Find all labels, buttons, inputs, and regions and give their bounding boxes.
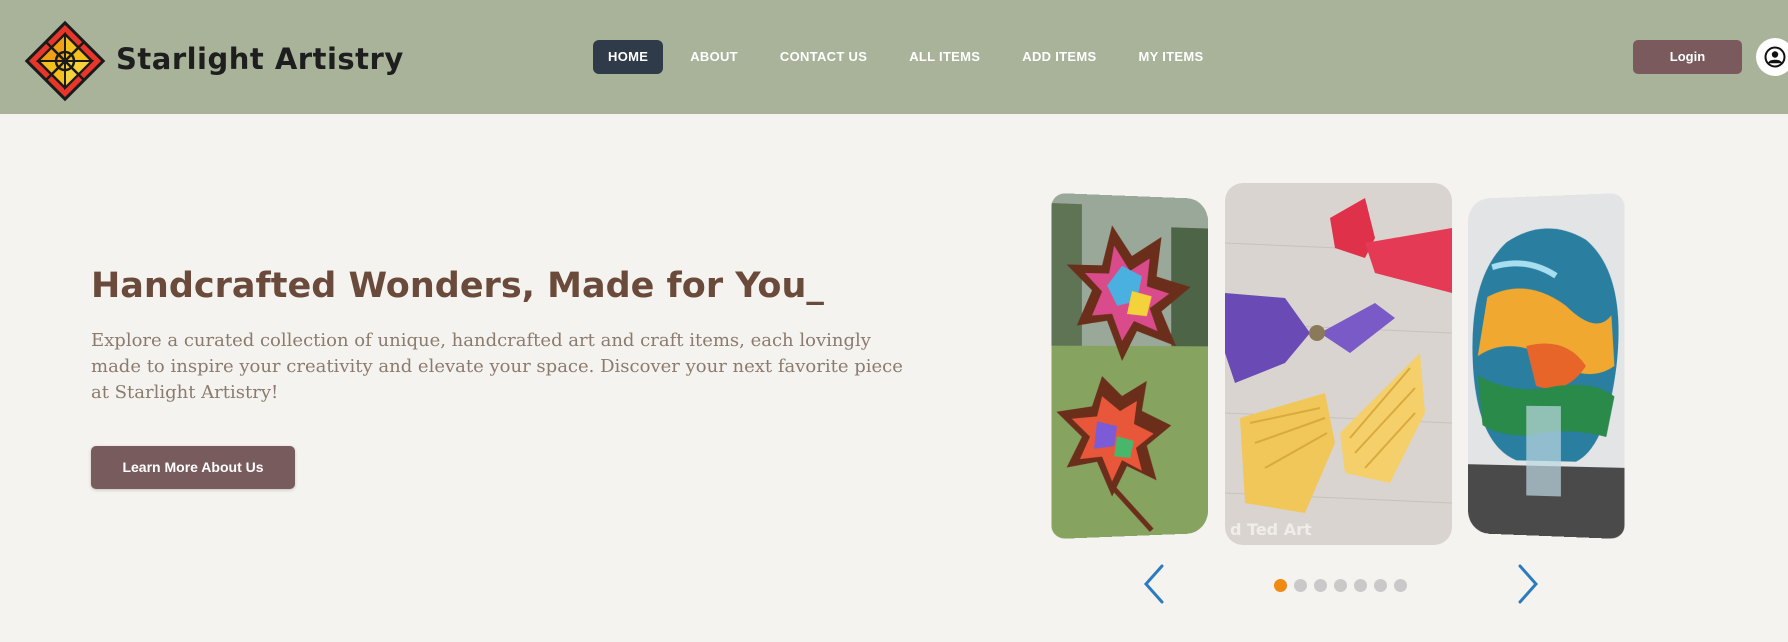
top-navbar: Starlight Artistry HOME ABOUT CONTACT US… xyxy=(0,0,1788,114)
carousel-next-button[interactable] xyxy=(1512,562,1542,606)
carousel-dot-3[interactable] xyxy=(1314,579,1327,592)
carousel-dot-6[interactable] xyxy=(1374,579,1387,592)
nav-add-items[interactable]: ADD ITEMS xyxy=(1007,40,1111,74)
nav-my-items[interactable]: MY ITEMS xyxy=(1123,40,1218,74)
carousel-dot-1[interactable] xyxy=(1274,579,1287,592)
user-circle-icon xyxy=(1764,46,1786,68)
nav-all-items[interactable]: ALL ITEMS xyxy=(894,40,995,74)
carousel-dot-7[interactable] xyxy=(1394,579,1407,592)
nav-contact-us[interactable]: CONTACT US xyxy=(765,40,882,74)
nav-home[interactable]: HOME xyxy=(593,40,664,74)
nav-about[interactable]: ABOUT xyxy=(675,40,753,74)
carousel-prev-button[interactable] xyxy=(1140,562,1170,606)
hero-title: Handcrafted Wonders, Made for You_ xyxy=(91,266,824,306)
chevron-right-icon xyxy=(1518,564,1539,604)
carousel-pagination xyxy=(1274,579,1414,592)
starlight-logo-icon[interactable] xyxy=(24,20,106,102)
learn-more-button[interactable]: Learn More About Us xyxy=(91,446,295,489)
main-nav: HOME ABOUT CONTACT US ALL ITEMS ADD ITEM… xyxy=(593,40,1230,74)
carousel-slide-paper-butterflies[interactable]: d Ted Art xyxy=(1225,183,1452,545)
login-button[interactable]: Login xyxy=(1633,40,1742,74)
user-avatar-button[interactable] xyxy=(1756,38,1788,76)
carousel-slide-glass-vase[interactable] xyxy=(1468,192,1625,540)
hero-description: Explore a curated collection of unique, … xyxy=(91,330,903,403)
carousel-dot-4[interactable] xyxy=(1334,579,1347,592)
carousel-slide-leaf-suncatchers[interactable] xyxy=(1051,192,1208,540)
brand-name[interactable]: Starlight Artistry xyxy=(116,42,404,76)
svg-text:d Ted Art: d Ted Art xyxy=(1230,520,1312,539)
carousel-dot-2[interactable] xyxy=(1294,579,1307,592)
chevron-left-icon xyxy=(1143,564,1164,604)
carousel-dot-5[interactable] xyxy=(1354,579,1367,592)
